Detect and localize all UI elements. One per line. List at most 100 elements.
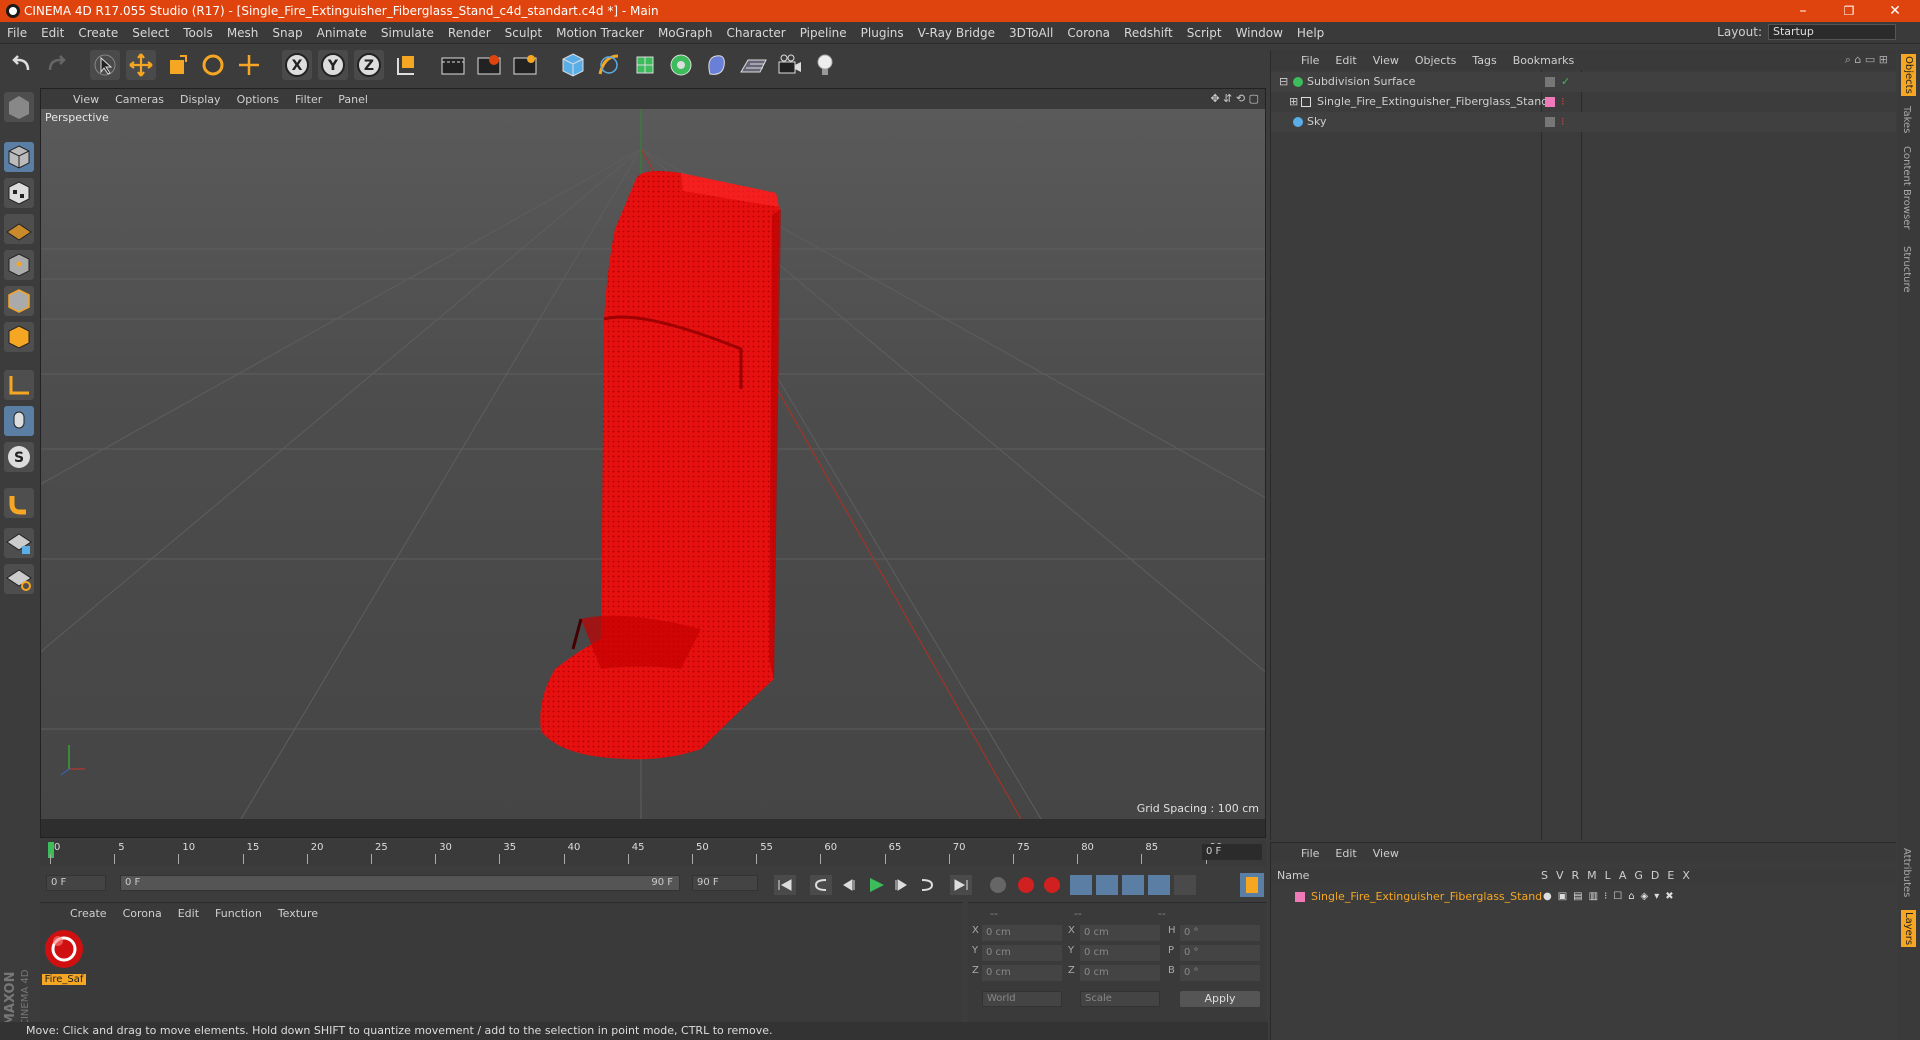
- menu-select[interactable]: Select: [125, 26, 176, 40]
- menu-render[interactable]: Render: [441, 26, 498, 40]
- coordinate-system-icon[interactable]: [390, 50, 420, 80]
- material-menu-corona[interactable]: Corona: [115, 907, 170, 920]
- layer-col-x[interactable]: X: [1682, 869, 1690, 882]
- select-tool-icon[interactable]: [90, 50, 120, 80]
- redo-icon[interactable]: [42, 50, 72, 80]
- object-manager-search-icon[interactable]: ⌕ ⌂ ▭ ⊞: [1845, 53, 1888, 67]
- cube-object-icon[interactable]: [558, 50, 588, 80]
- x-axis-lock-icon[interactable]: X: [282, 50, 312, 80]
- tab-layers[interactable]: Layers: [1901, 910, 1916, 948]
- subdivision-surface-icon[interactable]: [630, 50, 660, 80]
- layer-col-r[interactable]: R: [1572, 869, 1580, 882]
- menu-v-ray-bridge[interactable]: V-Ray Bridge: [911, 26, 1002, 40]
- coord-rot-b-field[interactable]: 0 °: [1180, 965, 1260, 981]
- enabled-check-icon[interactable]: ✓: [1561, 72, 1570, 92]
- expand-icon[interactable]: ⊞: [1289, 92, 1298, 112]
- menu-animate[interactable]: Animate: [310, 26, 374, 40]
- layer-col-l[interactable]: L: [1605, 869, 1611, 882]
- tab-structure[interactable]: Structure: [1901, 246, 1912, 293]
- coord-size-x-field[interactable]: 0 cm: [1080, 925, 1160, 941]
- layer-row[interactable]: Single_Fire_Extinguisher_Fiberglass_Stan…: [1271, 887, 1896, 907]
- scale-tool-icon[interactable]: [162, 50, 192, 80]
- layer-col-g[interactable]: G: [1634, 869, 1643, 882]
- layer-col-e[interactable]: E: [1667, 869, 1674, 882]
- layer-menu-edit[interactable]: Edit: [1327, 847, 1364, 860]
- recent-tool-icon[interactable]: [234, 50, 264, 80]
- workplane-mode-icon[interactable]: [4, 214, 34, 244]
- object-menu-edit[interactable]: Edit: [1327, 54, 1364, 67]
- z-axis-lock-icon[interactable]: Z: [354, 50, 384, 80]
- menu-corona[interactable]: Corona: [1060, 26, 1117, 40]
- light-object-icon[interactable]: [810, 50, 840, 80]
- minimize-button[interactable]: –: [1780, 0, 1826, 22]
- menu-simulate[interactable]: Simulate: [374, 26, 441, 40]
- tab-attributes[interactable]: Attributes: [1901, 848, 1912, 897]
- menu-redshift[interactable]: Redshift: [1117, 26, 1180, 40]
- viewport-menu-filter[interactable]: Filter: [287, 93, 330, 106]
- menu-motion-tracker[interactable]: Motion Tracker: [549, 26, 651, 40]
- apply-button[interactable]: Apply: [1180, 991, 1260, 1007]
- layer-col-m[interactable]: M: [1587, 869, 1597, 882]
- menu-pipeline[interactable]: Pipeline: [793, 26, 854, 40]
- fire-extinguisher-stand-model[interactable]: [41, 109, 1265, 819]
- workplane-lock-icon[interactable]: [4, 528, 34, 558]
- menu-edit[interactable]: Edit: [34, 26, 71, 40]
- points-mode-icon[interactable]: [4, 250, 34, 280]
- visibility-dots-icon[interactable]: ⁝: [1561, 92, 1565, 112]
- scale-dropdown[interactable]: Scale: [1080, 991, 1160, 1007]
- menu-help[interactable]: Help: [1290, 26, 1331, 40]
- viewport-menu-panel[interactable]: Panel: [330, 93, 376, 106]
- coord-rot-h-field[interactable]: 0 °: [1180, 925, 1260, 941]
- material-menu-function[interactable]: Function: [207, 907, 270, 920]
- viewport-menu-display[interactable]: Display: [172, 93, 229, 106]
- close-button[interactable]: ✕: [1872, 0, 1918, 22]
- menu-create[interactable]: Create: [71, 26, 125, 40]
- cloner-icon[interactable]: [666, 50, 696, 80]
- material-swatch[interactable]: Fire_Saf: [42, 927, 86, 985]
- magnet-icon[interactable]: [4, 488, 34, 518]
- menu-tools[interactable]: Tools: [176, 26, 220, 40]
- layer-col-s[interactable]: S: [1541, 869, 1548, 882]
- spline-pen-icon[interactable]: [594, 50, 624, 80]
- model-mode-icon[interactable]: [4, 142, 34, 172]
- layer-col-a[interactable]: A: [1619, 869, 1627, 882]
- object-row-sky[interactable]: Sky ⁝: [1271, 112, 1896, 132]
- coord-pos-z-field[interactable]: 0 cm: [982, 965, 1062, 981]
- floor-object-icon[interactable]: [738, 50, 768, 80]
- coord-pos-x-field[interactable]: 0 cm: [982, 925, 1062, 941]
- start-frame-field[interactable]: 0 F: [46, 875, 106, 891]
- undo-icon[interactable]: [6, 50, 36, 80]
- viewport-menu-view[interactable]: View: [65, 93, 107, 106]
- move-tool-icon[interactable]: [126, 50, 156, 80]
- preview-range-slider[interactable]: 0 F 90 F: [120, 875, 680, 891]
- material-menu-edit[interactable]: Edit: [170, 907, 207, 920]
- make-editable-icon[interactable]: [4, 92, 34, 122]
- viewport-3d-canvas[interactable]: Perspective Grid Spacing : 100 cm: [41, 109, 1265, 819]
- polygons-mode-icon[interactable]: [4, 322, 34, 352]
- layer-menu-view[interactable]: View: [1365, 847, 1407, 860]
- coord-rot-p-field[interactable]: 0 °: [1180, 945, 1260, 961]
- menu-sculpt[interactable]: Sculpt: [498, 26, 549, 40]
- snapping-icon[interactable]: S: [4, 442, 34, 472]
- layer-toggle-icons[interactable]: ●▣▤▥⁝☐⌂◈▾✖: [1543, 887, 1680, 907]
- menu-snap[interactable]: Snap: [265, 26, 309, 40]
- render-view-icon[interactable]: [438, 50, 468, 80]
- material-menu-create[interactable]: Create: [62, 907, 115, 920]
- tab-content-browser[interactable]: Content Browser: [1901, 146, 1912, 229]
- rotate-tool-icon[interactable]: [198, 50, 228, 80]
- y-axis-lock-icon[interactable]: Y: [318, 50, 348, 80]
- render-to-picture-viewer-icon[interactable]: [474, 50, 504, 80]
- axis-mode-icon[interactable]: [4, 370, 34, 400]
- current-frame-field[interactable]: 0 F: [1202, 844, 1262, 860]
- viewport-menu-options[interactable]: Options: [229, 93, 287, 106]
- menu-mograph[interactable]: MoGraph: [651, 26, 720, 40]
- restore-button[interactable]: ❐: [1826, 0, 1872, 22]
- material-menu-texture[interactable]: Texture: [270, 907, 326, 920]
- coord-pos-y-field[interactable]: 0 cm: [982, 945, 1062, 961]
- object-menu-view[interactable]: View: [1365, 54, 1407, 67]
- visibility-dots-icon[interactable]: ⁝: [1561, 112, 1565, 132]
- menu-3dtoall[interactable]: 3DToAll: [1002, 26, 1060, 40]
- render-settings-icon[interactable]: [510, 50, 540, 80]
- tab-takes[interactable]: Takes: [1901, 106, 1912, 133]
- viewport-menu-cameras[interactable]: Cameras: [107, 93, 172, 106]
